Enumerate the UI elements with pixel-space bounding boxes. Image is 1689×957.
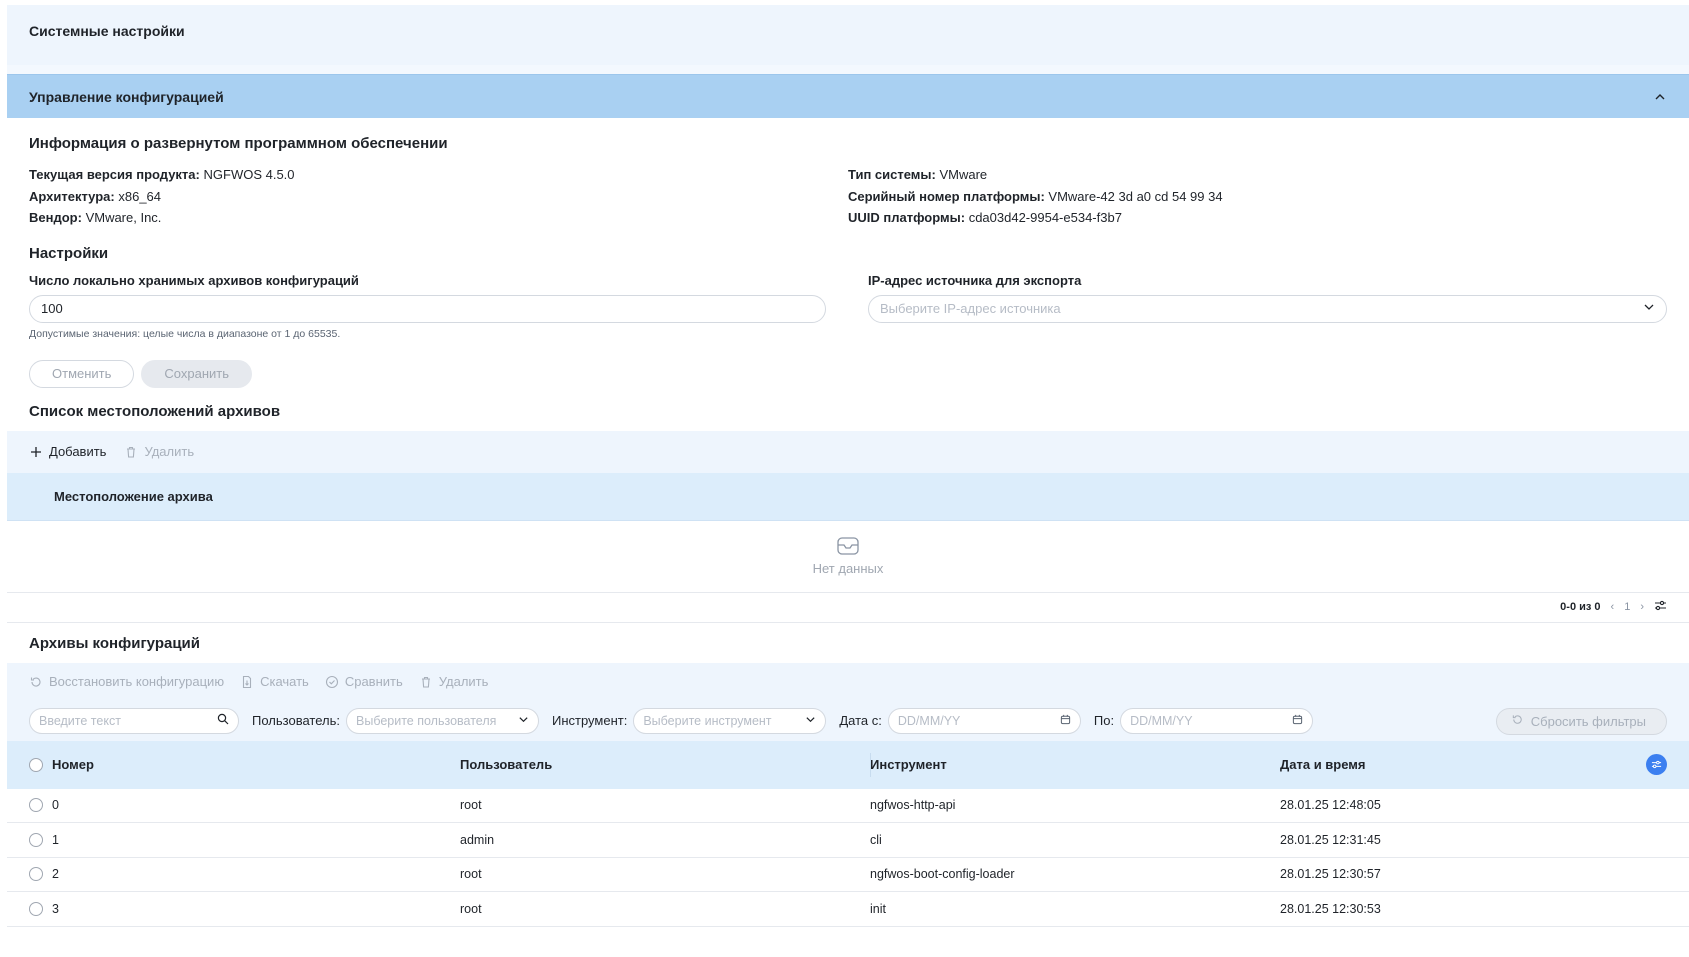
- info-serial-number: Серийный номер платформы: VMware-42 3d a…: [848, 188, 1223, 204]
- restore-icon: [29, 675, 43, 689]
- archive-count-input[interactable]: 100: [29, 294, 826, 323]
- plus-icon: [29, 445, 43, 459]
- tool-filter-select[interactable]: Выберите инструмент: [633, 707, 827, 734]
- system-settings-page: Системные настройки Управление конфигура…: [7, 5, 1689, 953]
- delete-archive-button[interactable]: Удалить: [419, 674, 488, 689]
- calendar-icon: [1060, 714, 1071, 728]
- column-divider[interactable]: [870, 752, 871, 777]
- config-management-accordion[interactable]: Управление конфигурацией: [7, 74, 1689, 118]
- info-vendor: Вендор: VMware, Inc.: [29, 210, 162, 225]
- software-info-title: Информация о развернутом программном обе…: [29, 135, 448, 152]
- info-system-type: Тип системы: VMware: [848, 167, 988, 182]
- chevron-down-icon: [1643, 301, 1655, 316]
- check-circle-icon: [325, 675, 339, 689]
- compare-button[interactable]: Сравнить: [325, 674, 403, 689]
- date-from-input[interactable]: DD/MM/YY: [887, 707, 1081, 734]
- date-to-input[interactable]: DD/MM/YY: [1120, 707, 1314, 734]
- delete-location-button[interactable]: Удалить: [124, 444, 194, 459]
- empty-state: Нет данных: [7, 521, 1689, 593]
- locations-toolbar: Добавить Удалить: [7, 430, 1689, 473]
- page-title: Системные настройки: [7, 5, 1689, 65]
- search-icon: [217, 713, 229, 728]
- row-checkbox[interactable]: [29, 832, 43, 847]
- row-checkbox[interactable]: [29, 798, 43, 813]
- table-row[interactable]: 2 root ngfwos-boot-config-loader 28.01.2…: [7, 858, 1689, 892]
- table-row[interactable]: 3 root init 28.01.25 12:30:53: [7, 892, 1689, 927]
- trash-icon: [124, 445, 138, 459]
- locations-title: Список местоположений архивов: [29, 402, 281, 420]
- row-checkbox[interactable]: [29, 901, 43, 916]
- user-filter-label: Пользователь:: [252, 713, 340, 728]
- info-product-version: Текущая версия продукта: NGFWOS 4.5.0: [29, 167, 295, 182]
- locations-table-header: Местоположение архива: [7, 472, 1689, 521]
- column-datetime: Дата и время: [1280, 757, 1366, 772]
- column-tool: Инструмент: [870, 757, 947, 772]
- cancel-button[interactable]: Отменить: [29, 359, 135, 388]
- table-row[interactable]: 1 admin cli 28.01.25 12:31:45: [7, 823, 1689, 858]
- trash-icon: [419, 675, 433, 689]
- divider: [7, 65, 1689, 74]
- settings-title: Настройки: [29, 244, 109, 262]
- column-number: Номер: [52, 757, 94, 772]
- page-number[interactable]: 1: [1624, 601, 1630, 613]
- chevron-down-icon: [805, 714, 816, 728]
- archives-toolbar: Восстановить конфигурацию Скачать Сравни…: [7, 662, 1689, 701]
- accordion-title: Управление конфигурацией: [29, 88, 224, 105]
- search-input[interactable]: Введите текст: [29, 707, 239, 734]
- column-user: Пользователь: [460, 757, 553, 772]
- archives-title: Архивы конфигураций: [29, 634, 200, 652]
- column-settings-icon[interactable]: [1646, 753, 1667, 775]
- restore-config-button[interactable]: Восстановить конфигурацию: [29, 674, 224, 689]
- chevron-down-icon: [518, 714, 529, 728]
- software-info: Текущая версия продукта: NGFWOS 4.5.0 Ар…: [29, 164, 1667, 229]
- tool-filter-label: Инструмент:: [552, 713, 628, 728]
- info-uuid: UUID платформы: cda03d42-9954-e534-f3b7: [848, 210, 1122, 225]
- locations-pager: 0-0 из 0 ‹ 1 ›: [7, 593, 1689, 623]
- download-button[interactable]: Скачать: [240, 674, 309, 689]
- refresh-icon: [1511, 713, 1524, 729]
- save-button[interactable]: Сохранить: [141, 359, 253, 388]
- archives-table-header: Номер Пользователь Инструмент Дата и вре…: [7, 740, 1689, 789]
- archive-count-label: Число локально хранимых архивов конфигур…: [29, 272, 359, 288]
- user-filter-select[interactable]: Выберите пользователя: [346, 707, 539, 734]
- chevron-up-icon[interactable]: [1653, 90, 1667, 104]
- row-checkbox[interactable]: [29, 867, 43, 882]
- select-all-checkbox[interactable]: [29, 757, 43, 772]
- archives-filters: Введите текст Пользователь: Выберите пол…: [7, 700, 1689, 741]
- inbox-icon: [836, 536, 860, 559]
- file-download-icon: [240, 675, 254, 689]
- next-page-icon[interactable]: ›: [1640, 601, 1644, 613]
- export-ip-label: IP-адрес источника для экспорта: [868, 272, 1082, 288]
- prev-page-icon[interactable]: ‹: [1611, 601, 1615, 613]
- pager-count: 0-0 из 0: [1560, 601, 1601, 613]
- info-architecture: Архитектура: x86_64: [29, 188, 162, 204]
- export-ip-select[interactable]: Выберите IP-адрес источника: [868, 294, 1667, 323]
- column-archive-location: Местоположение архива: [54, 488, 213, 504]
- archive-count-hint: Допустимые значения: целые числа в диапа…: [29, 327, 341, 340]
- calendar-icon: [1292, 714, 1303, 728]
- date-from-label: Дата с:: [839, 713, 882, 728]
- add-location-button[interactable]: Добавить: [29, 444, 106, 459]
- settings-sliders-icon[interactable]: [1654, 599, 1667, 615]
- date-to-label: По:: [1093, 713, 1115, 728]
- table-row[interactable]: 0 root ngfwos-http-api 28.01.25 12:48:05: [7, 789, 1689, 823]
- reset-filters-button[interactable]: Сбросить фильтры: [1495, 707, 1667, 735]
